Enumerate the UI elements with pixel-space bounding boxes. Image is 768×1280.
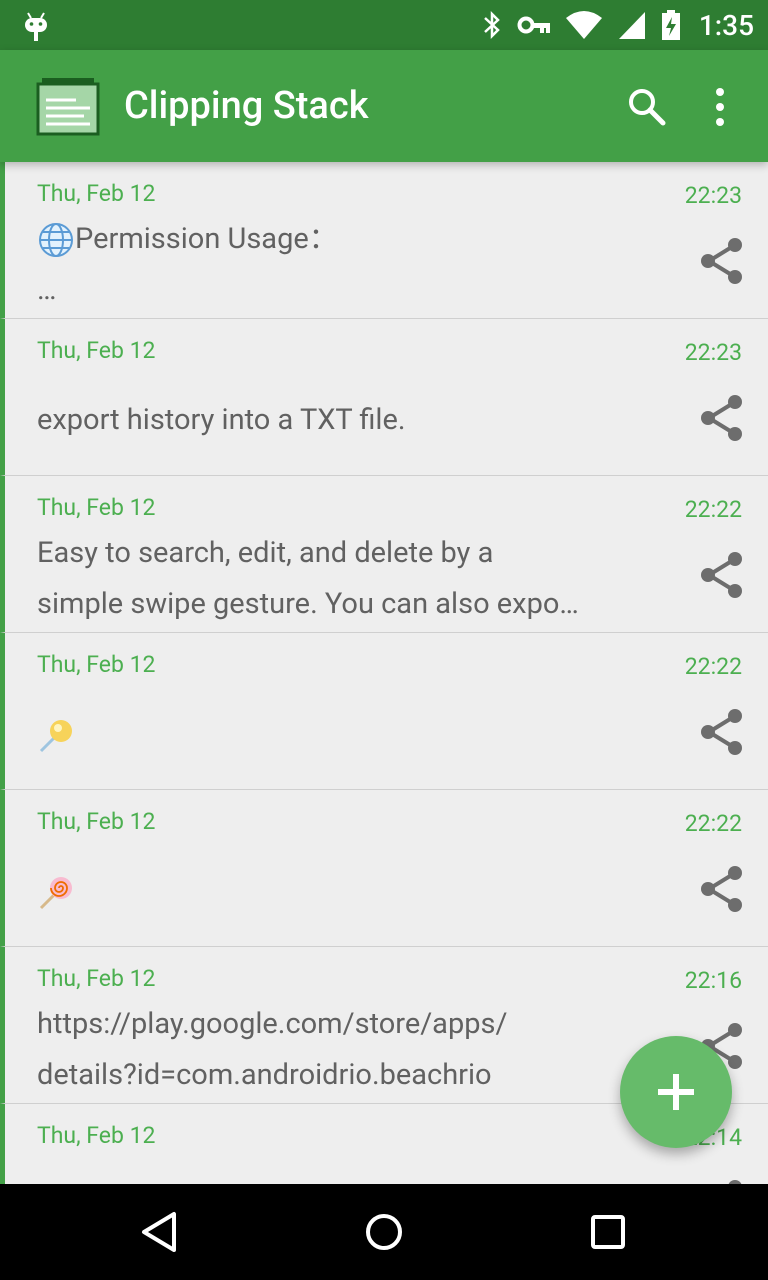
lollipop-swirl-icon: [39, 877, 72, 910]
app-title: Clipping Stack: [124, 84, 369, 128]
clip-text-line: details?id=com.androidrio.beachrio: [37, 1050, 657, 1101]
clip-date: Thu, Feb 12: [37, 808, 156, 835]
clip-content: [37, 866, 657, 917]
clip-date: Thu, Feb 12: [37, 965, 156, 992]
clip-time: 22:23: [684, 339, 742, 366]
share-icon[interactable]: [697, 707, 745, 757]
clip-text-line: https://play.google.com/store/apps/: [37, 999, 657, 1050]
clip-date: Thu, Feb 12: [37, 180, 156, 207]
clip-content: [37, 709, 657, 760]
clip-date: Thu, Feb 12: [37, 651, 156, 678]
clip-text: https://play.google.com/store/apps/: [37, 1007, 508, 1041]
clip-text-line: [37, 866, 657, 917]
clip-text: details?id=com.androidrio.beachrio: [37, 1058, 492, 1092]
clip-content: Permission Usage： …: [37, 214, 657, 316]
add-icon: [658, 1074, 694, 1110]
clip-content: https://play.google.com/store/apps/detai…: [37, 999, 657, 1101]
bluetooth-icon: [484, 10, 500, 40]
android-debug-icon: [25, 12, 47, 41]
share-icon[interactable]: [697, 393, 745, 443]
more-vert-icon[interactable]: [704, 86, 736, 128]
clip-date: Thu, Feb 12: [37, 1122, 156, 1149]
clip-content: export history into a TXT file.: [37, 395, 657, 446]
add-clip-button[interactable]: [620, 1036, 732, 1148]
clip-text-line: simple swipe gesture. You can also expo…: [37, 579, 657, 630]
home-icon[interactable]: [362, 1210, 406, 1254]
clip-time: 22:22: [684, 496, 742, 523]
clip-item[interactable]: Thu, Feb 12 22:23 export history into a TX…: [0, 319, 768, 476]
share-icon[interactable]: [697, 236, 745, 286]
app-bar: Clipping Stack: [0, 50, 768, 162]
clip-text: Permission Usage：: [75, 222, 338, 256]
battery-charging-icon: [661, 10, 680, 40]
vpn-key-icon: [517, 16, 550, 34]
lollipop-icon: [39, 720, 72, 753]
wifi-icon: [565, 11, 602, 39]
clip-content: Easy to search, edit, and delete by a sim…: [37, 528, 657, 630]
clip-text: Easy to search, edit, and delete by a: [37, 536, 494, 570]
clip-text-line: Permission Usage：: [37, 214, 657, 265]
share-icon[interactable]: [697, 864, 745, 914]
clip-text-line: Easy to search, edit, and delete by a: [37, 528, 657, 579]
clip-text: simple swipe gesture. You can also expo…: [37, 587, 579, 621]
clip-time: 22:23: [684, 182, 742, 209]
clip-item[interactable]: Thu, Feb 12 22:22: [0, 633, 768, 790]
back-icon[interactable]: [138, 1210, 182, 1254]
clip-text-line: [37, 709, 657, 760]
cell-signal-icon: [618, 12, 645, 39]
clip-item[interactable]: Thu, Feb 12 22:22: [0, 790, 768, 947]
clip-text-line: …: [37, 265, 657, 316]
clip-text: …: [37, 273, 57, 307]
clip-date: Thu, Feb 12: [37, 337, 156, 364]
recents-icon[interactable]: [586, 1210, 630, 1254]
clip-item[interactable]: Thu, Feb 12 22:22 Easy to search, edit, an…: [0, 476, 768, 633]
app-logo-icon: [36, 78, 100, 136]
clip-text-line: export history into a TXT file.: [37, 395, 657, 446]
clip-date: Thu, Feb 12: [37, 494, 156, 521]
clip-text: export history into a TXT file.: [37, 403, 406, 437]
status-time: 1:35: [698, 8, 754, 42]
navigation-bar: [0, 1184, 768, 1280]
clip-time: 22:22: [684, 653, 742, 680]
status-bar: 1:35: [0, 0, 768, 50]
clip-item[interactable]: Thu, Feb 12 22:23 Permission Usage： …: [0, 162, 768, 319]
clip-time: 22:22: [684, 810, 742, 837]
clip-list: Thu, Feb 12 22:23 Permission Usage：… Thu, F…: [0, 162, 768, 1184]
clip-time: 22:16: [684, 967, 742, 994]
globe-icon: [39, 223, 73, 258]
share-icon[interactable]: [697, 550, 745, 600]
search-icon[interactable]: [626, 86, 668, 128]
